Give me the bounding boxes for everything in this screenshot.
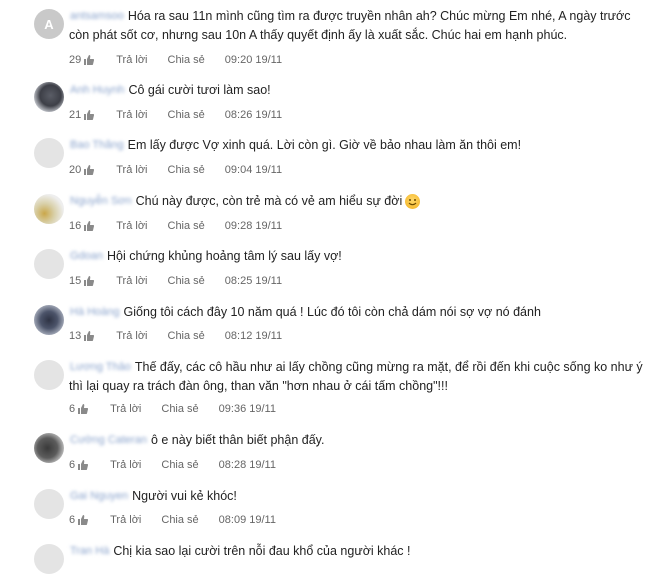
avatar[interactable] [34, 138, 64, 168]
timestamp: 09:20 19/11 [224, 54, 283, 67]
like-count: 16 [69, 220, 82, 233]
like-count: 29 [69, 54, 82, 67]
comment-text: Chú này được, còn trẻ mà có vẻ am hiểu s… [135, 194, 403, 208]
reply-link[interactable]: Trả lời [116, 273, 147, 289]
comment-text: Người vui kẻ khóc! [132, 489, 237, 503]
reply-link[interactable]: Trả lời [110, 512, 141, 528]
like-count: 15 [69, 275, 82, 288]
reply-link[interactable]: Trả lời [110, 457, 141, 473]
timestamp: 09:28 19/11 [224, 220, 283, 233]
like-count: 13 [69, 330, 82, 343]
reply-link[interactable]: Trả lời [116, 328, 147, 344]
comment-text: Em lấy được Vợ xinh quá. Lời còn gì. Giờ… [127, 138, 522, 152]
thumbs-up-icon[interactable] [84, 55, 95, 66]
username[interactable]: Anh Huynh [70, 80, 124, 101]
thumbs-up-icon[interactable] [78, 460, 89, 471]
like-count: 6 [69, 514, 76, 527]
comment-text-continued: còn phát sốt cơ, nhưng sau 10n A thấy qu… [69, 28, 568, 42]
comment-text-continued: thì lại quay ra trách đàn ông, than văn … [69, 379, 448, 393]
reply-link[interactable]: Trả lời [116, 162, 147, 178]
share-link[interactable]: Chia sẻ [168, 218, 205, 234]
share-link[interactable]: Chia sẻ [168, 52, 205, 68]
username[interactable]: Nguyễn Sơn [70, 191, 132, 212]
username[interactable]: Tran Hà [70, 541, 109, 562]
reply-link[interactable]: Trả lời [116, 107, 147, 123]
thumbs-up-icon[interactable] [78, 404, 89, 415]
share-link[interactable]: Chia sẻ [161, 457, 198, 473]
comment-text: Giống tôi cách đây 10 năm quá ! Lúc đó t… [123, 305, 541, 319]
thumbs-up-icon[interactable] [84, 276, 95, 287]
timestamp: 09:36 19/11 [218, 403, 276, 416]
timestamp: 09:04 19/11 [224, 164, 283, 177]
username[interactable]: Bao Thăng [70, 135, 124, 156]
avatar[interactable] [34, 305, 64, 335]
reply-link[interactable]: Trả lời [110, 401, 141, 417]
share-link[interactable]: Chia sẻ [168, 273, 205, 289]
comment-text: Hội chứng khủng hoảng tâm lý sau lấy vợ! [107, 249, 342, 263]
like-count: 6 [69, 403, 76, 416]
avatar[interactable]: A [34, 9, 64, 39]
share-link[interactable]: Chia sẻ [168, 328, 205, 344]
username[interactable]: Hà Hoàng [70, 302, 120, 323]
comment-text: Chị kia sao lại cười trên nỗi đau khổ củ… [113, 544, 411, 558]
reply-link[interactable]: Trả lời [116, 218, 147, 234]
comment-text: ô e này biết thân biết phận đấy. [150, 433, 325, 447]
thumbs-up-icon[interactable] [84, 221, 95, 232]
share-link[interactable]: Chia sẻ [161, 512, 198, 528]
share-link[interactable]: Chia sẻ [168, 162, 205, 178]
avatar[interactable] [34, 194, 64, 224]
comment-text: Thế đấy, các cô hầu như ai lấy chồng cũn… [134, 360, 643, 374]
comment-text: Cô gái cười tươi làm sao! [128, 83, 271, 97]
smiling-face-emoji [405, 194, 421, 210]
thumbs-up-icon[interactable] [84, 165, 95, 176]
timestamp: 08:25 19/11 [224, 275, 283, 288]
timestamp: 08:12 19/11 [224, 330, 283, 343]
thumbs-up-icon[interactable] [84, 331, 95, 342]
timestamp: 08:26 19/11 [224, 109, 283, 122]
username[interactable]: Gdoan [70, 246, 103, 267]
username[interactable]: Cường Cateran [70, 430, 147, 451]
avatar[interactable] [34, 489, 64, 519]
timestamp: 08:28 19/11 [218, 459, 276, 472]
like-count: 6 [69, 459, 76, 472]
share-link[interactable]: Chia sẻ [161, 401, 198, 417]
comment-text: Hóa ra sau 11n mình cũng tìm ra được tru… [127, 9, 631, 23]
thumbs-up-icon[interactable] [78, 515, 89, 526]
avatar[interactable] [34, 249, 64, 279]
thumbs-up-icon[interactable] [84, 110, 95, 121]
avatar[interactable] [34, 82, 64, 112]
share-link[interactable]: Chia sẻ [168, 107, 205, 123]
like-count: 20 [69, 164, 82, 177]
avatar[interactable] [34, 360, 64, 390]
reply-link[interactable]: Trả lời [116, 52, 147, 68]
username[interactable]: Gai Nguyen [70, 486, 128, 507]
timestamp: 08:09 19/11 [218, 514, 276, 527]
avatar[interactable] [34, 544, 64, 574]
avatar[interactable] [34, 433, 64, 463]
like-count: 21 [69, 109, 82, 122]
